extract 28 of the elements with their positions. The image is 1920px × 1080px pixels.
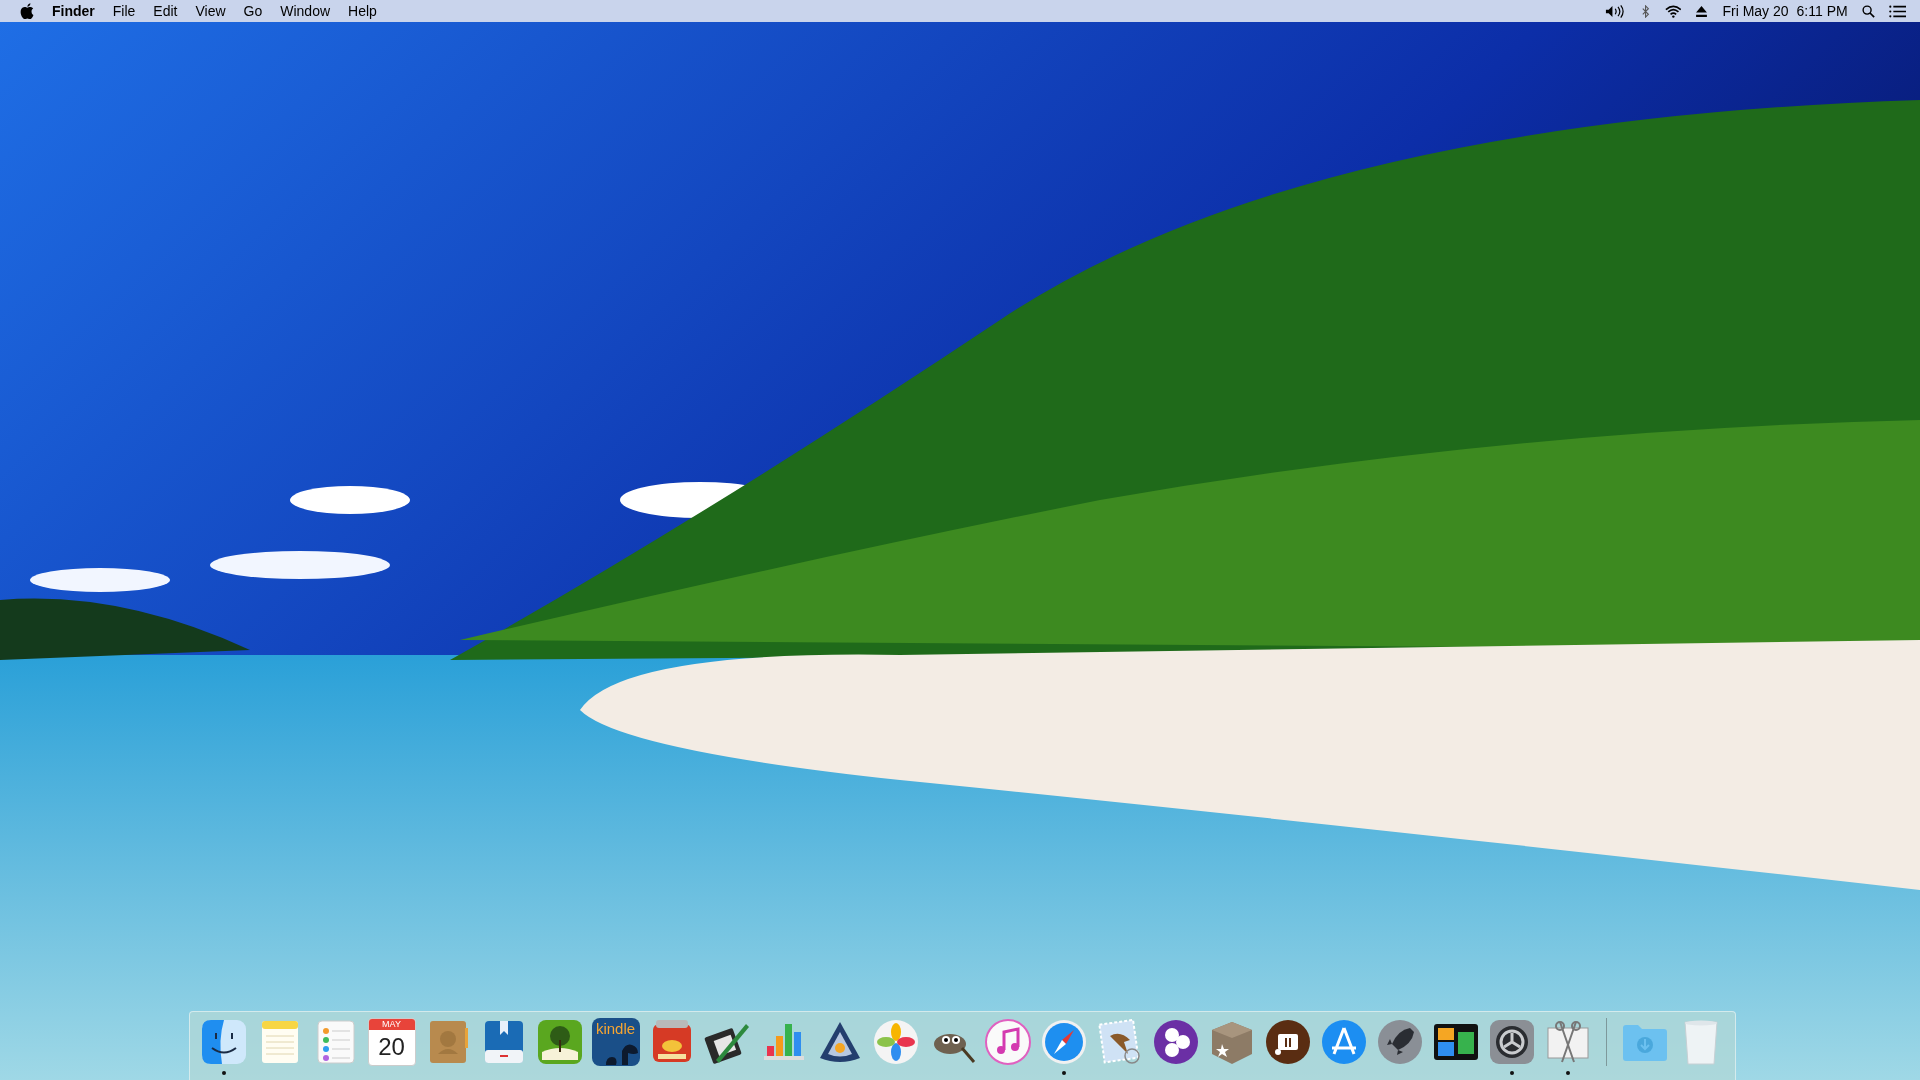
gear-icon[interactable]: [1487, 1018, 1536, 1066]
kindle-icon[interactable]: kindle: [591, 1018, 640, 1066]
menu-item[interactable]: Edit: [153, 3, 178, 19]
menu-item[interactable]: Go: [243, 3, 263, 19]
eject-icon[interactable]: [1695, 4, 1709, 18]
menu-item[interactable]: View: [195, 3, 226, 19]
wifi-icon[interactable]: [1664, 4, 1682, 18]
calendar-month: MAY: [368, 1019, 415, 1030]
tree-icon[interactable]: [535, 1018, 584, 1066]
list-icon[interactable]: [1888, 4, 1906, 18]
kindle-label: kindle: [595, 1019, 636, 1039]
menu-item[interactable]: File: [112, 3, 136, 19]
apple-logo-icon[interactable]: [20, 3, 34, 19]
volume-icon[interactable]: [1605, 4, 1626, 18]
compass-icon[interactable]: [1039, 1018, 1088, 1066]
app-store-icon[interactable]: [1319, 1018, 1368, 1066]
menu-item[interactable]: Window: [280, 3, 331, 19]
active-app-menu[interactable]: Finder: [52, 3, 95, 19]
flower-icon[interactable]: [871, 1018, 920, 1066]
clock-date[interactable]: Fri May 20: [1722, 3, 1789, 19]
menu-item[interactable]: Help: [348, 3, 377, 19]
chat-bubbles-icon[interactable]: [1151, 1018, 1200, 1066]
smiling-face-icon[interactable]: [199, 1018, 248, 1066]
music-note-icon[interactable]: [983, 1018, 1032, 1066]
calendar-day: 20: [378, 1030, 405, 1064]
search-icon[interactable]: [1861, 4, 1875, 18]
calendar-icon[interactable]: MAY 20: [367, 1018, 416, 1066]
clock-time[interactable]: 6:11 PM: [1796, 3, 1848, 19]
